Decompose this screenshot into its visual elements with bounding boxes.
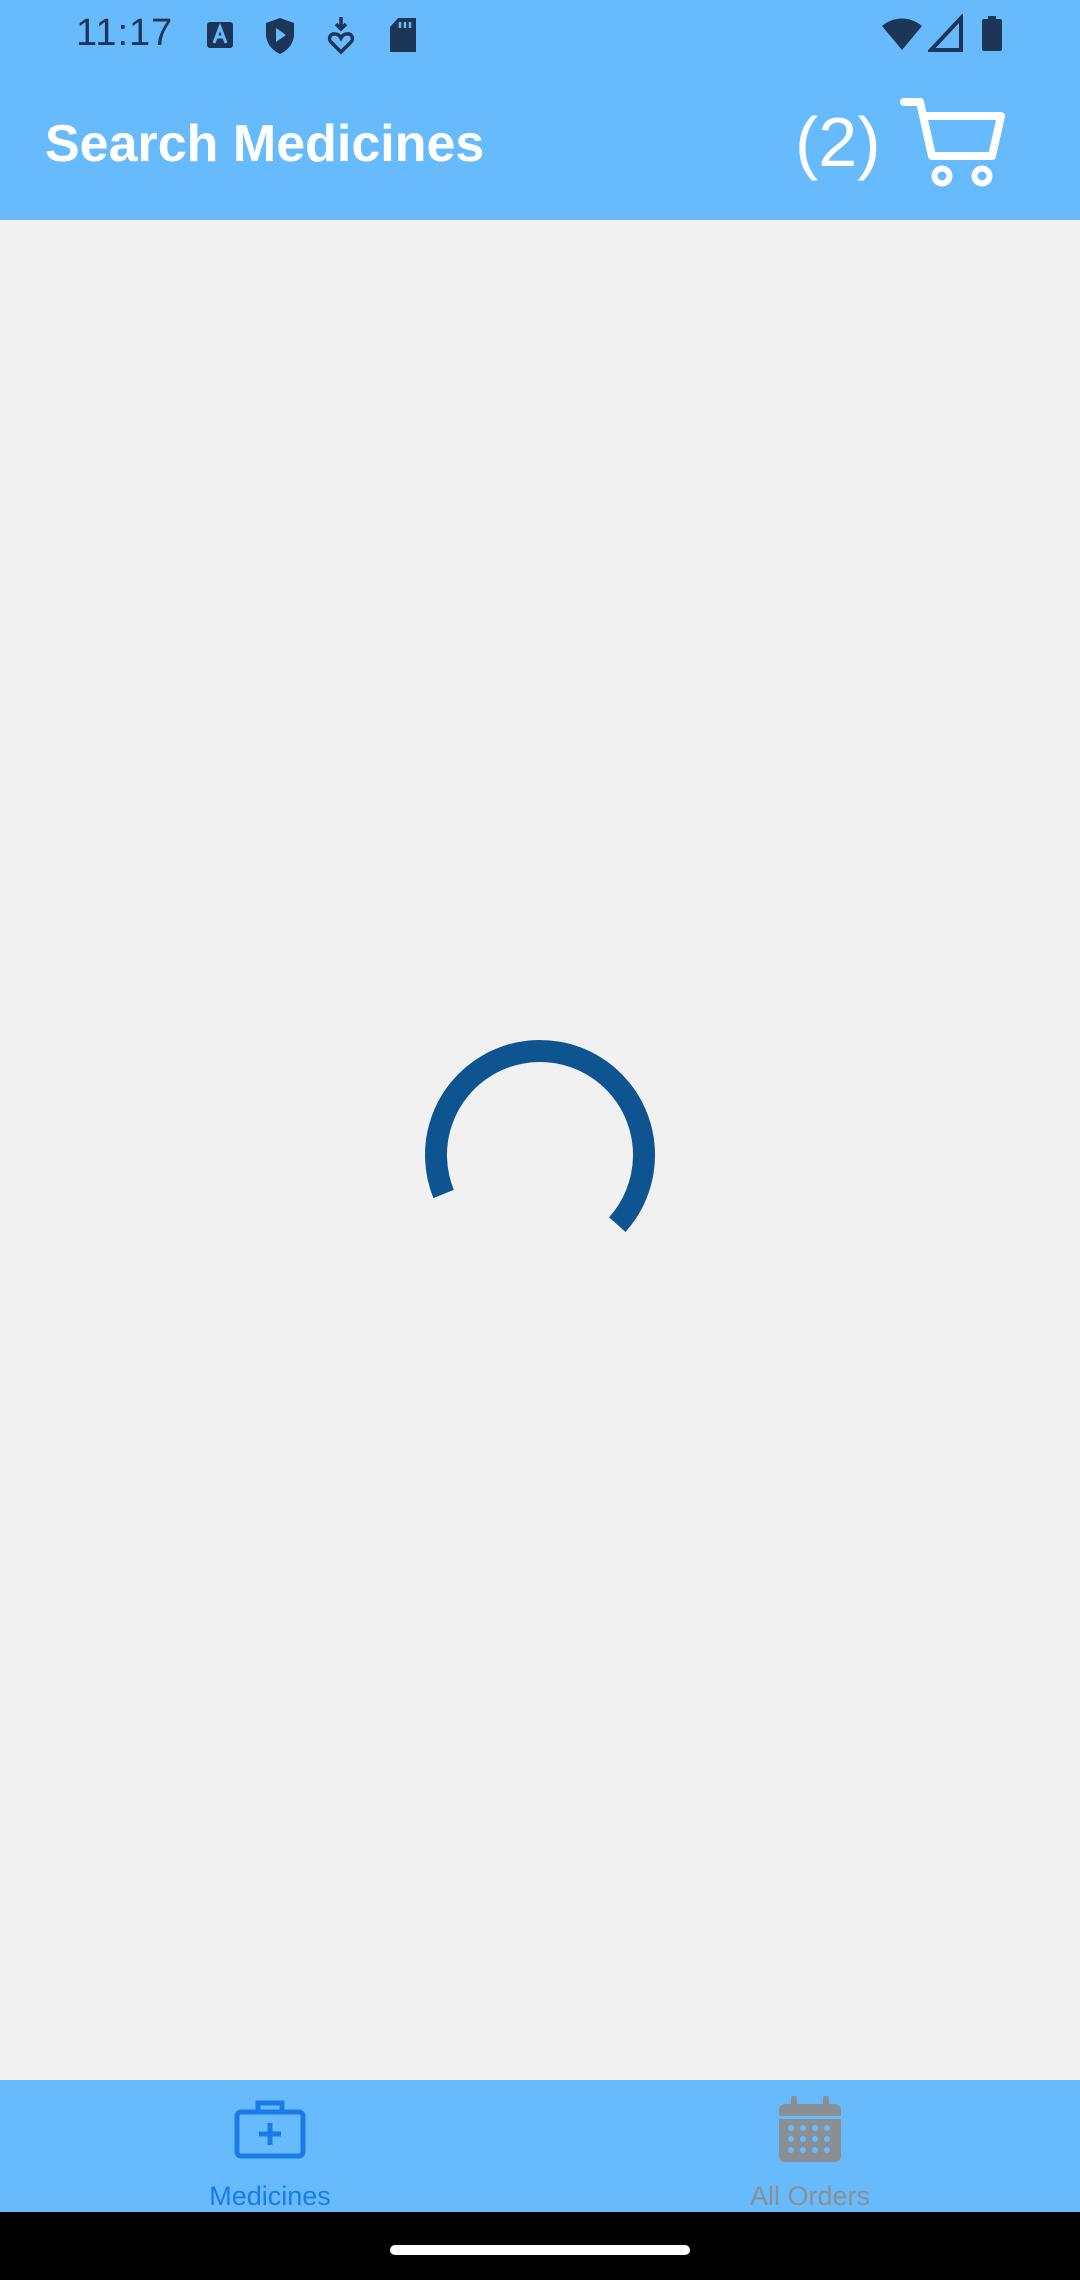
shopping-cart-icon	[900, 98, 1005, 187]
top-header: 11:17 Search Medicines (2)	[0, 0, 1080, 220]
wifi-icon	[880, 14, 924, 58]
medical-kit-icon	[234, 2096, 306, 2164]
status-bar: 11:17	[0, 0, 1080, 72]
tab-all-orders[interactable]: All Orders	[540, 2080, 1080, 2212]
home-gesture-handle[interactable]	[390, 2245, 690, 2255]
page-title: Search Medicines	[45, 115, 485, 173]
sd-card-icon	[388, 14, 418, 58]
shield-play-icon	[263, 14, 297, 58]
bottom-navigation: Medicines All Orders	[0, 2080, 1080, 2212]
loading-spinner	[420, 1035, 660, 1275]
app-bar: Search Medicines (2)	[0, 72, 1080, 220]
status-time: 11:17	[76, 12, 174, 54]
cart-count[interactable]: (2)	[795, 102, 881, 182]
tab-all-orders-label: All Orders	[749, 2181, 871, 2211]
keyboard-a-icon	[206, 14, 234, 58]
battery-icon	[980, 14, 1004, 58]
app-screen: 11:17 Search Medicines (2) Medicines All…	[0, 0, 1080, 2280]
cart-button[interactable]	[900, 94, 1010, 194]
signal-icon	[928, 14, 964, 58]
tab-medicines[interactable]: Medicines	[0, 2080, 540, 2212]
tab-medicines-label: Medicines	[209, 2181, 331, 2211]
download-heart-icon	[326, 14, 356, 58]
content-area	[0, 220, 1080, 2080]
calendar-icon	[777, 2096, 843, 2164]
system-gesture-bar	[0, 2212, 1080, 2280]
